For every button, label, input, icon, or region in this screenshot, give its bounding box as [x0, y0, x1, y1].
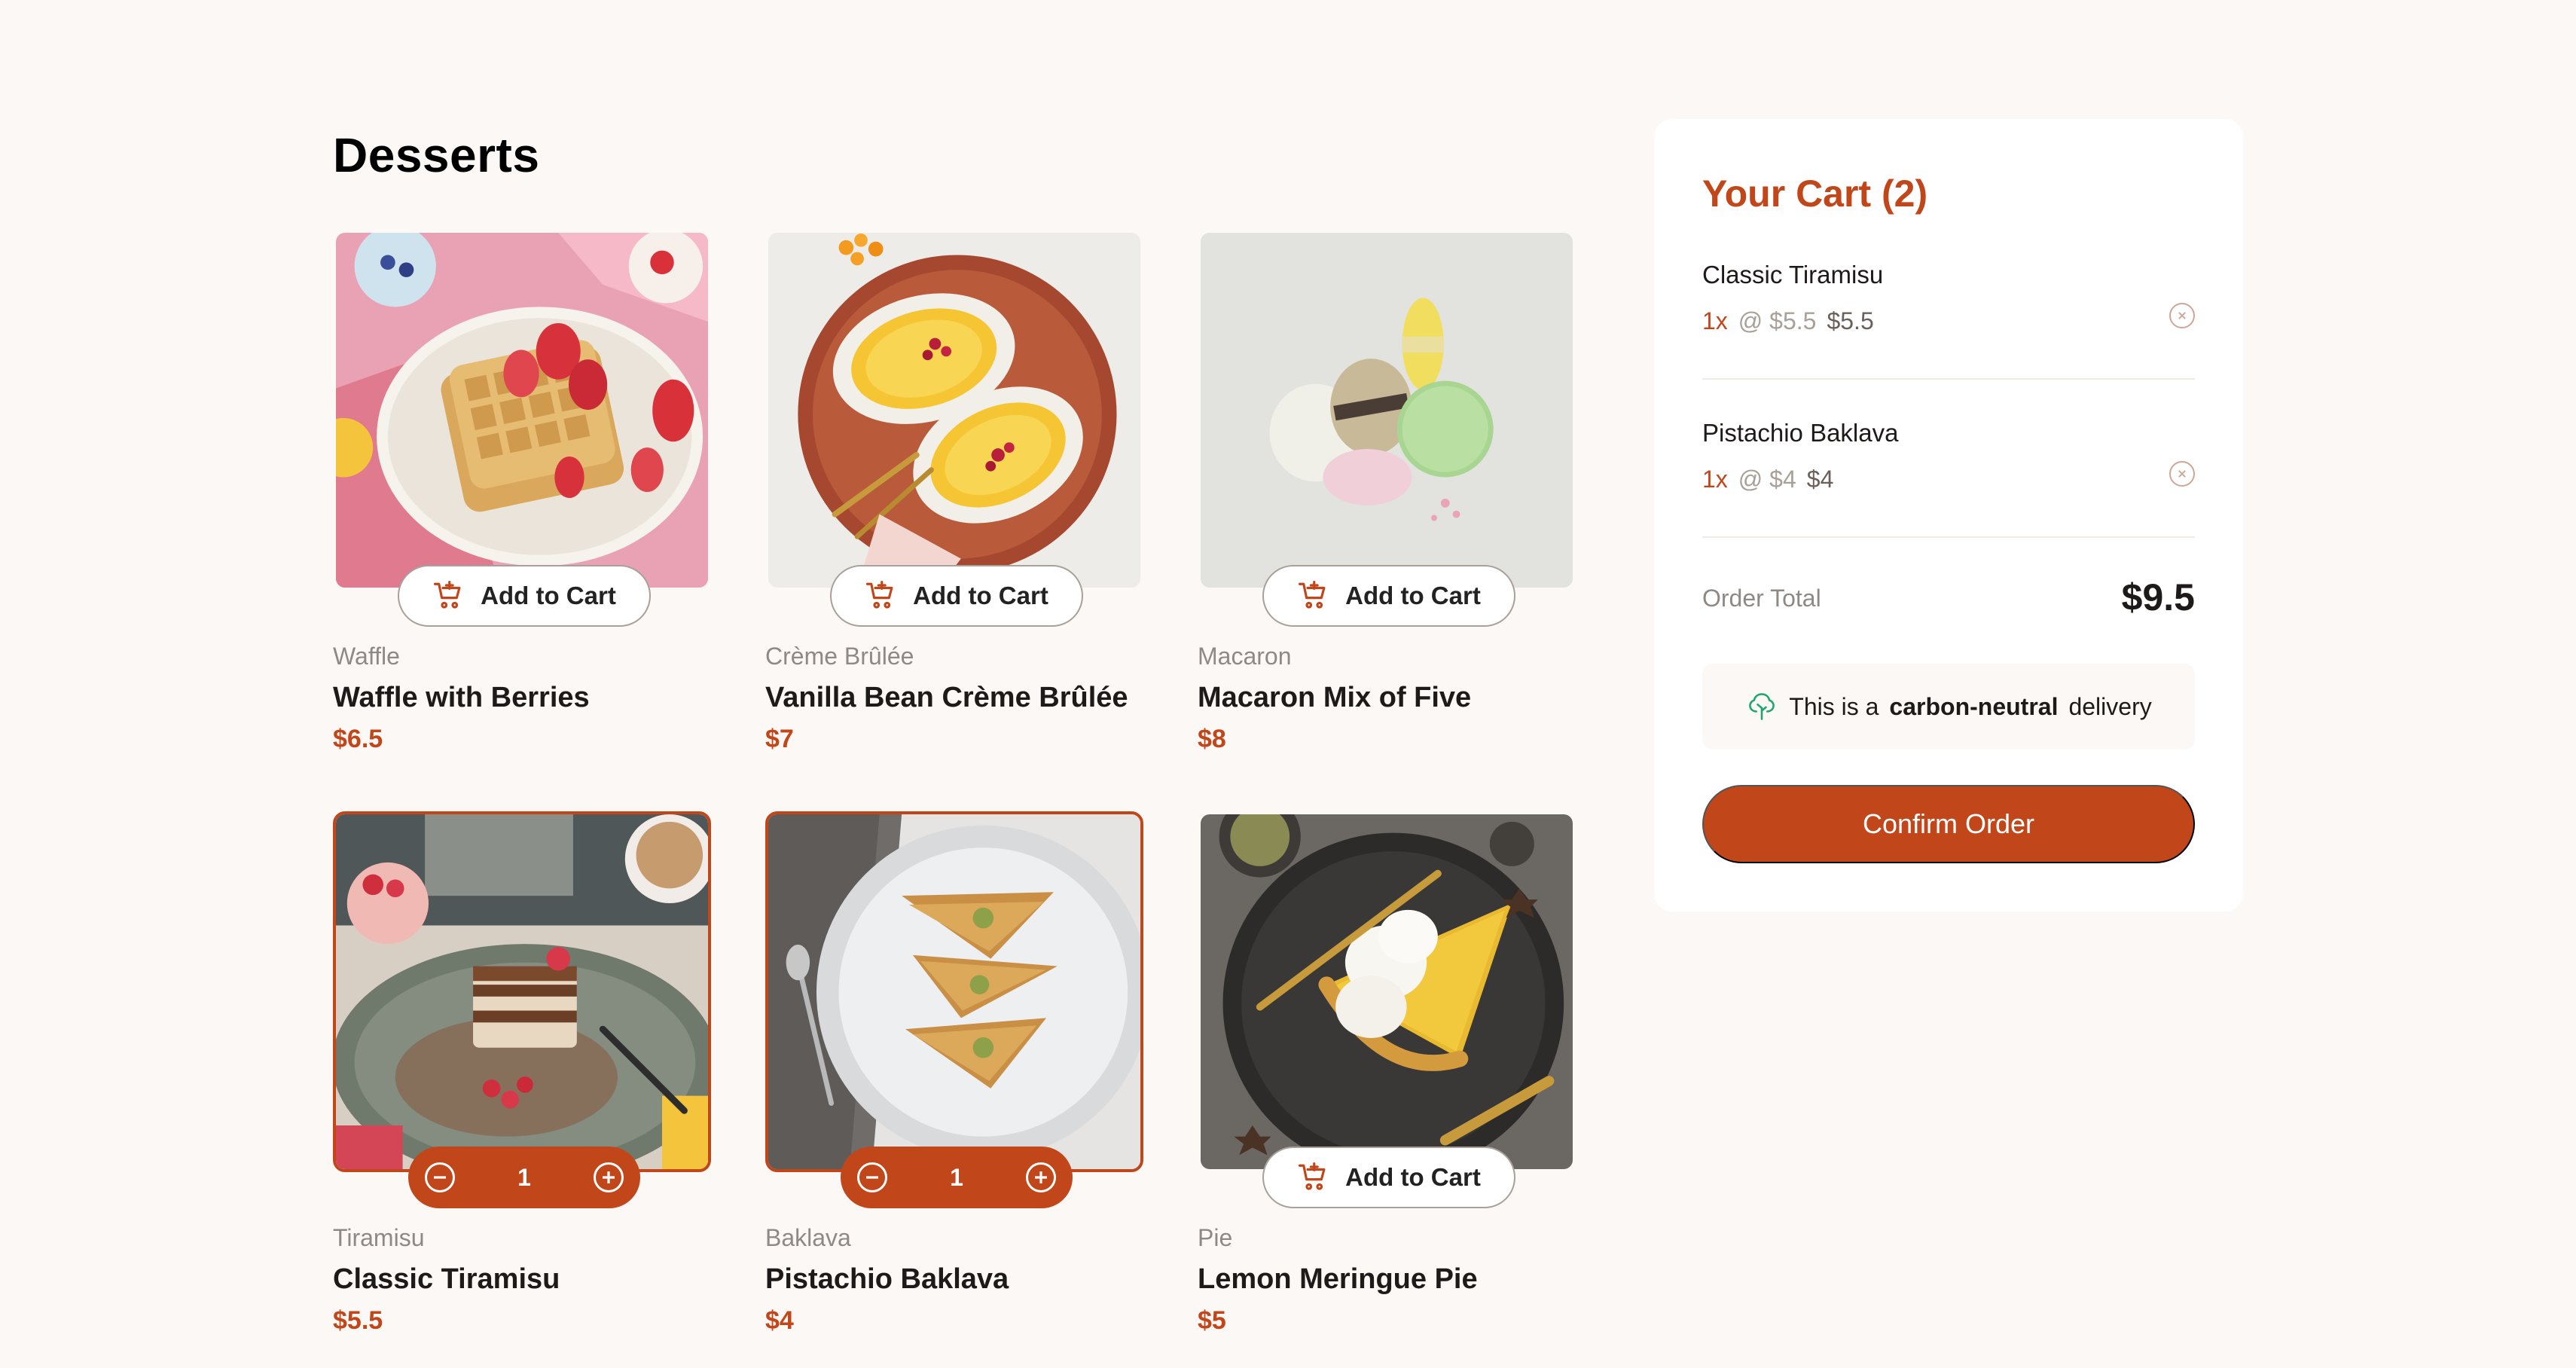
add-to-cart-label: Add to Cart — [913, 582, 1048, 609]
product-card: 1 Tiramisu Classic Tiramisu $5.5 — [333, 811, 711, 1339]
carbon-text-suffix: delivery — [2068, 692, 2152, 720]
tree-icon — [1749, 693, 1775, 720]
product-category: Waffle — [333, 643, 400, 670]
cart-item-line: 1x @ $5.5 $5.5 — [1702, 307, 1874, 335]
cart-item-name: Pistachio Baklava — [1702, 419, 1899, 447]
remove-item-button[interactable] — [2169, 461, 2195, 487]
increment-button[interactable] — [1025, 1162, 1056, 1192]
minus-icon — [434, 1176, 446, 1179]
cart-item-total: $4 — [1806, 466, 1834, 493]
cart-panel: Your Cart (2) Classic Tiramisu 1x @ $5.5 $… — [1654, 119, 2243, 911]
product-price: $4 — [765, 1306, 794, 1335]
product-card: Add to Cart Macaron Macaron Mix of Five … — [1198, 230, 1576, 757]
page-title: Desserts — [333, 128, 540, 182]
order-total-label: Order Total — [1702, 585, 1821, 612]
product-image-macaron — [1198, 230, 1576, 591]
cart-title: Your Cart (2) — [1702, 173, 1928, 215]
product-name: Vanilla Bean Crème Brûlée — [765, 682, 1128, 713]
product-card: Add to Cart Crème Brûlée Vanilla Bean Cr… — [765, 230, 1143, 757]
add-to-cart-icon — [434, 581, 461, 609]
product-card: 1 Baklava Pistachio Baklava $4 — [765, 811, 1143, 1339]
product-category: Baklava — [765, 1224, 851, 1251]
add-to-cart-button[interactable]: Add to Cart — [1262, 1147, 1515, 1208]
quantity-stepper[interactable]: 1 — [408, 1147, 640, 1208]
carbon-neutral-notice: This is a carbon-neutral delivery — [1702, 664, 2195, 750]
add-to-cart-button[interactable]: Add to Cart — [1262, 565, 1515, 627]
product-price: $5 — [1198, 1306, 1226, 1335]
product-category: Pie — [1198, 1224, 1233, 1251]
product-name: Pistachio Baklava — [765, 1263, 1009, 1295]
decrement-button[interactable] — [425, 1162, 455, 1192]
close-icon — [2178, 470, 2186, 478]
product-category: Crème Brûlée — [765, 643, 914, 670]
cart-item-qty: 1x — [1702, 466, 1728, 493]
cart-item-unit-price: @ $4 — [1738, 466, 1796, 493]
product-category: Tiramisu — [333, 1224, 425, 1251]
close-icon — [2178, 312, 2186, 319]
product-price: $5.5 — [333, 1306, 383, 1335]
product-price: $8 — [1198, 725, 1226, 753]
decrement-button[interactable] — [857, 1162, 887, 1192]
add-to-cart-icon — [1299, 581, 1326, 609]
quantity-value: 1 — [950, 1163, 963, 1191]
confirm-order-button[interactable]: Confirm Order — [1702, 785, 2195, 863]
cart-item: Classic Tiramisu 1x @ $5.5 $5.5 — [1702, 261, 2195, 411]
product-name: Macaron Mix of Five — [1198, 682, 1472, 713]
minus-icon — [866, 1176, 878, 1179]
add-to-cart-label: Add to Cart — [481, 582, 616, 609]
increment-button[interactable] — [593, 1162, 624, 1192]
divider — [1702, 378, 2195, 380]
cart-item-line: 1x @ $4 $4 — [1702, 466, 1833, 493]
order-total-value: $9.5 — [2121, 576, 2195, 618]
cart-item: Pistachio Baklava 1x @ $4 $4 — [1702, 419, 2195, 569]
product-price: $7 — [765, 725, 794, 753]
dessert-shop-page: Desserts Add to Cart Waffle Waffle with … — [0, 0, 2576, 1368]
product-image-pie — [1198, 811, 1576, 1172]
product-name: Classic Tiramisu — [333, 1263, 560, 1295]
quantity-stepper[interactable]: 1 — [841, 1147, 1073, 1208]
add-to-cart-icon — [866, 581, 893, 609]
add-to-cart-icon — [1299, 1162, 1326, 1190]
carbon-text-prefix: This is a — [1789, 692, 1879, 720]
product-price: $6.5 — [333, 725, 383, 753]
add-to-cart-button[interactable]: Add to Cart — [398, 565, 651, 627]
product-category: Macaron — [1198, 643, 1292, 670]
product-image-tiramisu — [333, 811, 711, 1172]
add-to-cart-label: Add to Cart — [1345, 1163, 1481, 1191]
remove-item-button[interactable] — [2169, 303, 2195, 328]
product-name: Lemon Meringue Pie — [1198, 1263, 1478, 1295]
add-to-cart-label: Add to Cart — [1345, 582, 1481, 609]
product-image-creme-brulee — [765, 230, 1143, 591]
product-card: Add to Cart Pie Lemon Meringue Pie $5 — [1198, 811, 1576, 1339]
product-name: Waffle with Berries — [333, 682, 590, 713]
add-to-cart-button[interactable]: Add to Cart — [830, 565, 1083, 627]
cart-item-total: $5.5 — [1827, 307, 1874, 334]
product-card: Add to Cart Waffle Waffle with Berries $… — [333, 230, 711, 757]
plus-icon — [1034, 1171, 1047, 1183]
divider — [1702, 536, 2195, 538]
product-image-baklava — [765, 811, 1143, 1172]
quantity-value: 1 — [517, 1163, 531, 1191]
plus-icon — [602, 1171, 615, 1183]
cart-item-name: Classic Tiramisu — [1702, 261, 1884, 289]
product-image-waffle — [333, 230, 711, 591]
cart-item-unit-price: @ $5.5 — [1738, 307, 1817, 334]
cart-item-qty: 1x — [1702, 307, 1728, 334]
carbon-text-bold: carbon-neutral — [1889, 692, 2059, 720]
